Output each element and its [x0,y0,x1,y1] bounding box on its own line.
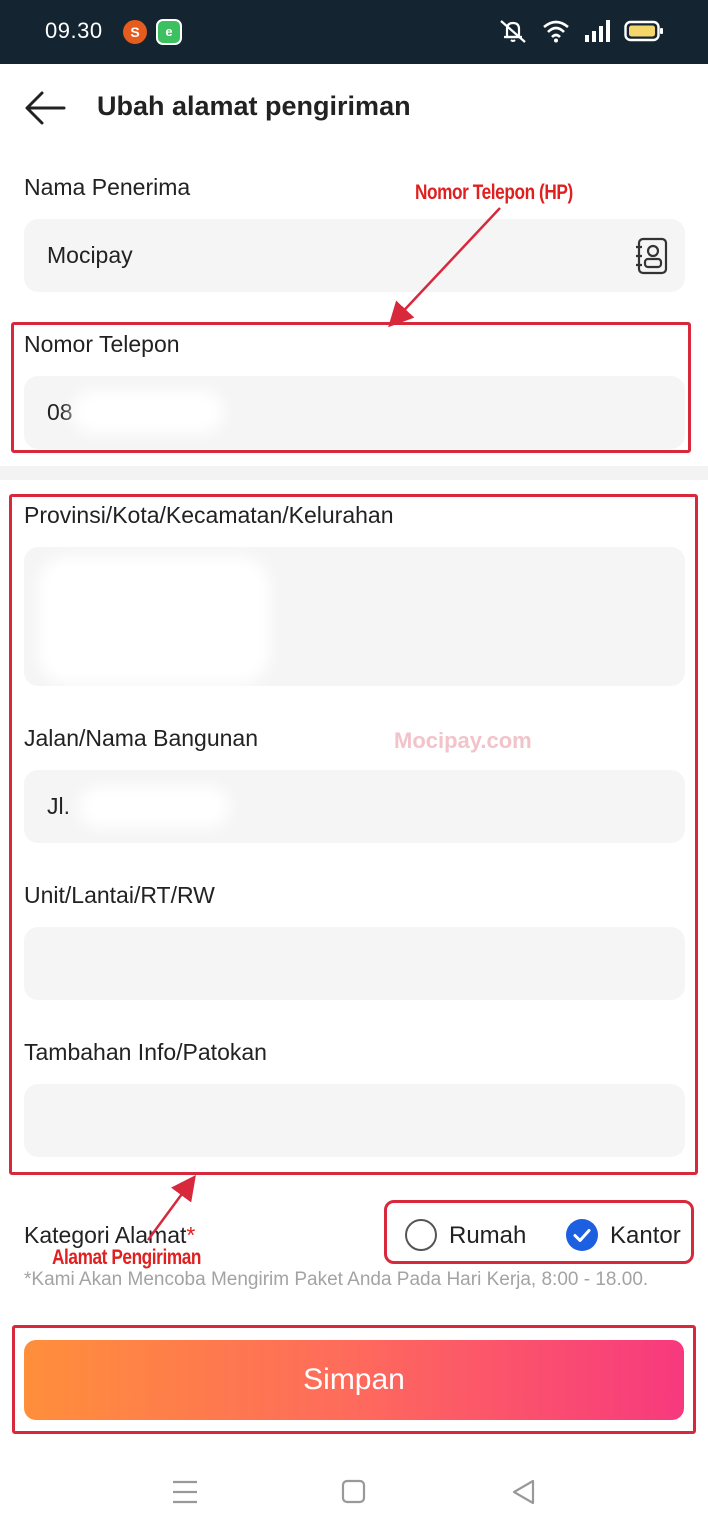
home-icon[interactable] [341,1478,367,1506]
annotation-arrow-phone [388,207,501,328]
menu-icon[interactable] [172,1478,198,1506]
back-triangle-icon[interactable] [510,1478,536,1506]
annotation-arrows [146,207,501,1241]
annotation-arrow-address [146,1174,196,1241]
